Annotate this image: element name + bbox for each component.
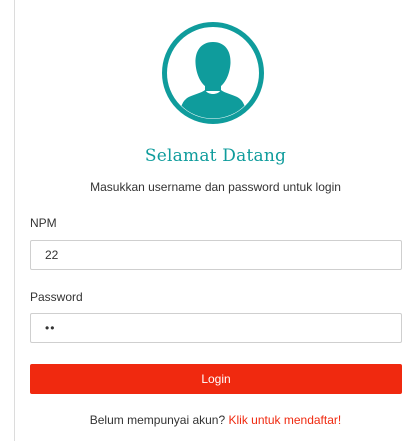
welcome-heading: Selamat Datang (144, 146, 287, 166)
npm-input[interactable] (30, 240, 402, 270)
user-avatar-icon (162, 22, 264, 124)
register-text: Belum mempunyai akun? (89, 413, 226, 427)
login-button[interactable]: Login (30, 364, 402, 394)
login-page: Selamat Datang Masukkan username dan pas… (0, 0, 409, 441)
left-divider (14, 0, 15, 441)
login-instructions: Masukkan username dan password untuk log… (90, 180, 341, 194)
npm-label: NPM (30, 216, 57, 230)
password-input[interactable] (30, 313, 402, 343)
password-label: Password (30, 290, 83, 304)
register-prompt: Belum mempunyai akun? Klik untuk mendaft… (0, 413, 409, 427)
register-link[interactable]: Klik untuk mendaftar! (229, 413, 342, 427)
